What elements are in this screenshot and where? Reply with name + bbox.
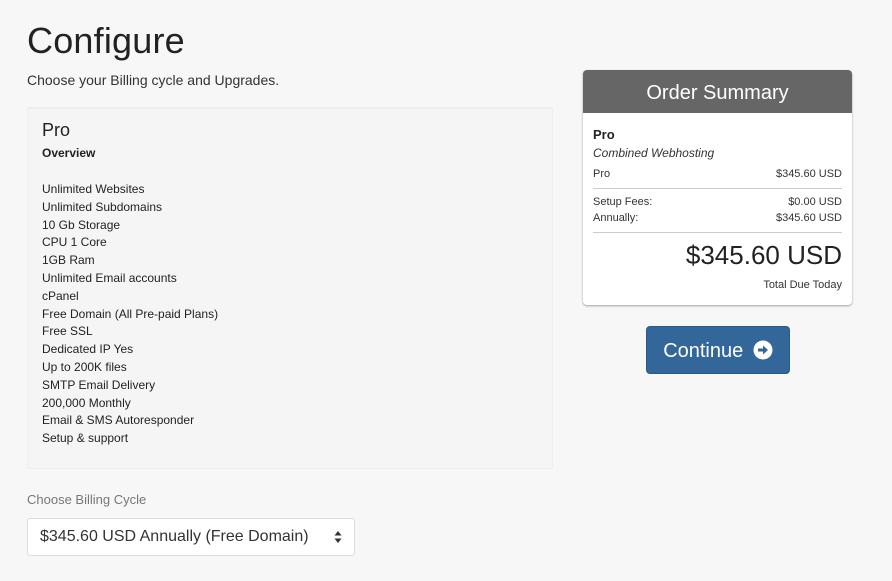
summary-line-item: Pro $345.60 USD [593, 168, 842, 180]
feature-item: Email & SMS Autoresponder [42, 413, 195, 428]
summary-divider [593, 188, 842, 189]
feature-item: 1GB Ram [42, 253, 95, 268]
product-name: Pro [42, 120, 71, 140]
feature-item: Unlimited Websites [42, 182, 145, 196]
billing-cycle-selected-value: $345.60 USD Annually (Free Domain) [40, 528, 309, 545]
continue-button-label: Continue [663, 340, 744, 362]
summary-setup-fees: Setup Fees: $0.00 USD [593, 196, 842, 208]
summary-divider [593, 232, 842, 233]
summary-line-item-value: $345.60 USD [775, 168, 842, 180]
overview-label: Overview [42, 146, 96, 160]
feature-item: Unlimited Subdomains [42, 199, 163, 214]
setup-fees-label: Setup Fees: [593, 196, 653, 208]
order-summary-panel: Order Summary Pro Combined Webhosting Pr… [583, 70, 852, 305]
feature-item: SMTP Email Delivery [42, 377, 156, 392]
annually-value: $345.60 USD [775, 212, 842, 224]
feature-item: Setup & support [42, 431, 129, 446]
summary-product-group: Combined Webhosting [593, 146, 715, 160]
summary-annually: Annually: $345.60 USD [593, 212, 842, 224]
order-summary-header: Order Summary [583, 70, 852, 113]
billing-cycle-label: Choose Billing Cycle [27, 492, 147, 507]
feature-item: Dedicated IP Yes [42, 342, 134, 357]
continue-button[interactable]: Continue [646, 326, 790, 374]
arrow-circle-right-icon [753, 340, 773, 360]
feature-item: cPanel [42, 288, 79, 303]
summary-product-name: Pro [593, 127, 615, 142]
feature-item: CPU 1 Core [42, 235, 107, 250]
sort-arrows-icon [334, 531, 342, 543]
product-info-panel: Pro Overview Unlimited Websites Unlimite… [27, 107, 553, 469]
feature-list: Unlimited Websites Unlimited Subdomains … [42, 181, 218, 448]
feature-item: 200,000 Monthly [42, 395, 131, 410]
feature-item: 10 Gb Storage [42, 217, 121, 232]
billing-cycle-select[interactable]: $345.60 USD Annually (Free Domain) [27, 518, 355, 556]
feature-item: Up to 200K files [42, 359, 127, 374]
total-due-label: Total Due Today [763, 279, 842, 291]
summary-line-item-label: Pro [593, 168, 611, 180]
total-due-amount: $345.60 USD [685, 240, 842, 270]
feature-item: Free Domain (All Pre-paid Plans) [42, 306, 219, 321]
feature-item: Free SSL [42, 324, 93, 339]
page-title: Configure [27, 20, 185, 61]
page-subtitle: Choose your Billing cycle and Upgrades. [27, 72, 280, 88]
setup-fees-value: $0.00 USD [788, 196, 842, 208]
annually-label: Annually: [593, 212, 639, 224]
feature-item: Unlimited Email accounts [42, 270, 177, 285]
